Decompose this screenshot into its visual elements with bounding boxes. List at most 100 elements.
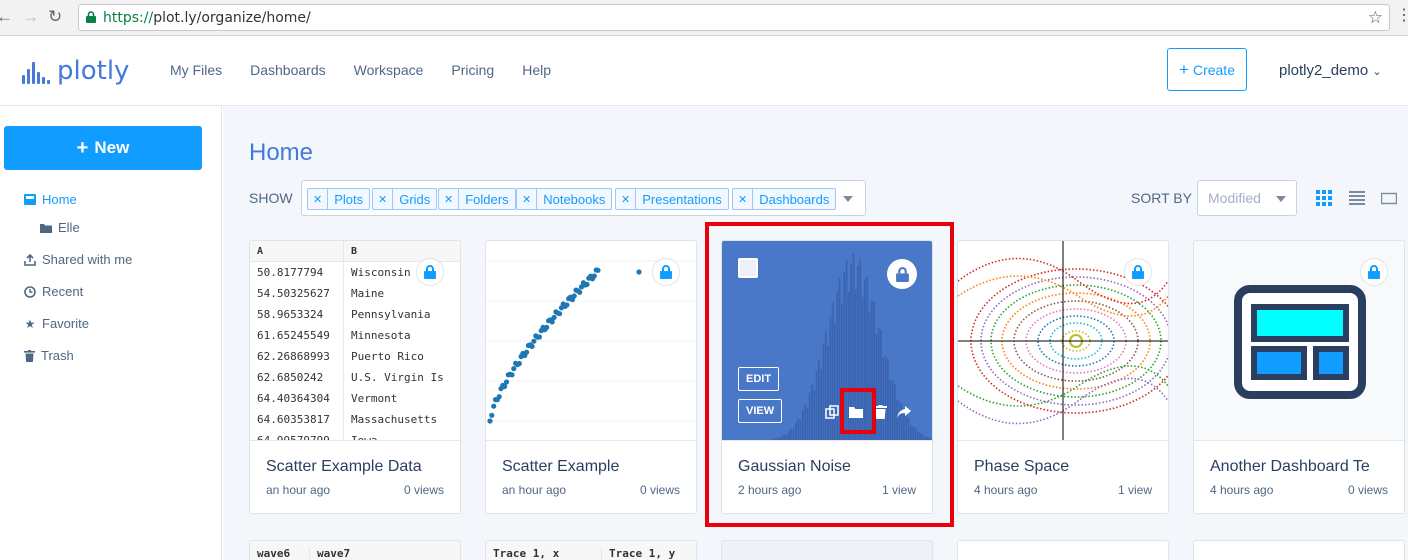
file-card-peek[interactable]: Trace 1, x Trace 1, y	[485, 540, 697, 560]
sidebar-item-elle[interactable]: Elle	[40, 220, 80, 235]
caret-down-icon	[1276, 196, 1286, 202]
sort-select[interactable]: Modified	[1197, 180, 1297, 216]
nav-my-files[interactable]: My Files	[170, 62, 222, 78]
file-card-peek[interactable]	[721, 540, 933, 560]
single-view-icon[interactable]	[1381, 190, 1397, 206]
scatter-point	[536, 334, 542, 340]
filter-chip-notebooks[interactable]: ✕ Notebooks	[516, 188, 613, 210]
grid-view-icon[interactable]	[1316, 190, 1332, 206]
sidebar-item-label: Favorite	[42, 316, 89, 331]
sidebar-item-favorite[interactable]: ★ Favorite	[24, 316, 89, 331]
folder-icon	[40, 223, 52, 233]
nav-dashboards[interactable]: Dashboards	[250, 62, 326, 78]
remove-icon[interactable]: ✕	[616, 189, 637, 209]
filter-select[interactable]: ✕ Plots ✕ Grids ✕ Folders ✕ Notebooks ✕ Prese…	[301, 180, 866, 216]
grid-row: 61.65245549 Minnesota	[250, 325, 460, 346]
address-bar[interactable]: https://plot.ly/organize/home/ ☆	[78, 4, 1390, 31]
remove-icon[interactable]: ✕	[517, 189, 538, 209]
grid-row: 62.6850242 U.S. Virgin Is	[250, 367, 460, 388]
bookmark-star-icon[interactable]: ☆	[1368, 8, 1383, 28]
new-button[interactable]: + New	[4, 126, 202, 170]
grid-header-cell: Trace 1, x	[486, 546, 602, 560]
highlight-box-folder	[840, 388, 876, 434]
grid-header-cell: wave6	[250, 546, 310, 560]
filter-chip-plots[interactable]: ✕ Plots	[307, 188, 371, 210]
scatter-point	[584, 281, 590, 287]
file-card-peek[interactable]	[957, 540, 1169, 560]
nav-workspace[interactable]: Workspace	[354, 62, 424, 78]
card-views: 0 views	[403, 483, 444, 497]
file-card-peek[interactable]	[1193, 540, 1405, 560]
forward-arrow-icon[interactable]: →	[22, 7, 39, 27]
top-nav: My Files Dashboards Workspace Pricing He…	[170, 62, 551, 78]
remove-icon[interactable]: ✕	[733, 189, 754, 209]
grid-row: 58.9653324 Pennsylvania	[250, 304, 460, 325]
remove-icon[interactable]: ✕	[373, 189, 394, 209]
nav-pricing[interactable]: Pricing	[451, 62, 494, 78]
remove-icon[interactable]: ✕	[308, 189, 329, 209]
grid-row: 54.50325627 Maine	[250, 283, 460, 304]
create-button[interactable]: + Create	[1167, 48, 1247, 91]
plus-icon: +	[76, 136, 89, 159]
grid-thumbnail: A B 50.8177794 Wisconsin 54.50325627 Maine 58.…	[250, 241, 460, 441]
reload-icon[interactable]: ↻	[48, 7, 62, 27]
username: plotly2_demo	[1279, 62, 1369, 79]
dashboard-thumbnail	[1194, 241, 1404, 441]
grid-cell: 62.26868993	[250, 346, 344, 367]
grid-cell: 61.65245549	[250, 325, 344, 346]
scatter-point	[636, 269, 642, 275]
sidebar-item-shared[interactable]: Shared with me	[24, 252, 132, 267]
plotly-logo[interactable]: plotly	[22, 58, 129, 84]
filter-chip-dashboards[interactable]: ✕ Dashboards	[732, 188, 837, 210]
filter-chip-presentations[interactable]: ✕ Presentations	[615, 188, 729, 210]
user-menu[interactable]: plotly2_demo ⌄	[1279, 62, 1382, 79]
filter-chip-grids[interactable]: ✕ Grids	[372, 188, 438, 210]
scatter-point	[516, 360, 522, 367]
file-card-peek[interactable]: wave6 wave7	[249, 540, 461, 560]
card-title[interactable]: Scatter Example	[502, 458, 619, 476]
card-time: an hour ago	[266, 483, 331, 497]
trash-icon	[24, 349, 35, 362]
back-arrow-icon[interactable]: ←	[0, 7, 13, 27]
remove-icon[interactable]: ✕	[439, 189, 460, 209]
sidebar-item-trash[interactable]: Trash	[24, 348, 74, 363]
scatter-point	[591, 273, 597, 279]
scatter-point	[509, 372, 515, 378]
grid-cell: 62.6850242	[250, 367, 344, 388]
filter-chip-folders[interactable]: ✕ Folders	[438, 188, 516, 210]
grid-cell: A	[250, 241, 344, 261]
grid-header-cell: Trace 1, y	[609, 546, 676, 560]
lock-icon	[652, 258, 680, 286]
scatter-point	[503, 379, 510, 385]
nav-help[interactable]: Help	[522, 62, 551, 78]
sidebar-item-recent[interactable]: Recent	[24, 284, 83, 299]
chevron-down-icon: ⌄	[1372, 66, 1382, 78]
star-icon: ★	[24, 316, 36, 331]
chip-label: Notebooks	[543, 191, 606, 207]
card-title[interactable]: Phase Space	[974, 458, 1069, 476]
sidebar-item-label: Elle	[58, 220, 80, 235]
sidebar-item-home[interactable]: Home	[24, 192, 77, 207]
lock-icon	[1360, 258, 1388, 286]
chip-label: Presentations	[642, 191, 722, 207]
card-title[interactable]: Scatter Example Data	[266, 458, 422, 476]
file-card-dashboard[interactable]: Another Dashboard Te 4 hours ago 0 views	[1193, 240, 1405, 514]
scatter-point	[531, 338, 537, 344]
browser-menu-icon[interactable]: ⋮	[1396, 8, 1408, 24]
scatter-point	[595, 267, 601, 273]
card-title[interactable]: Another Dashboard Te	[1210, 458, 1370, 476]
grid-cell: Puerto Rico	[351, 350, 424, 363]
list-view-icon[interactable]	[1349, 190, 1365, 206]
scatter-point	[491, 403, 497, 409]
share-icon	[24, 253, 36, 266]
phase-thumbnail	[958, 241, 1168, 441]
dashboard-icon	[1234, 285, 1366, 399]
file-card-phase-space[interactable]: Phase Space 4 hours ago 1 view	[957, 240, 1169, 514]
sidebar-item-label: Home	[42, 192, 77, 207]
grid-cell: Iowa	[351, 434, 378, 441]
caret-down-icon[interactable]	[843, 196, 853, 202]
sort-by-label: SORT BY	[1131, 190, 1192, 206]
file-card-grid[interactable]: A B 50.8177794 Wisconsin 54.50325627 Maine 58.…	[249, 240, 461, 514]
sidebar: + New Home Elle Shared with me Recent ★ …	[0, 106, 222, 560]
file-card-scatter[interactable]: Scatter Example an hour ago 0 views	[485, 240, 697, 514]
